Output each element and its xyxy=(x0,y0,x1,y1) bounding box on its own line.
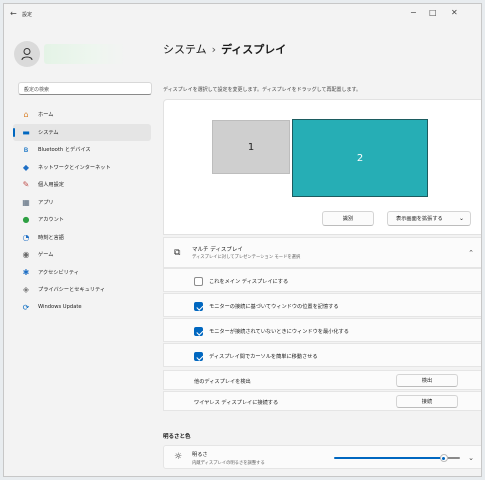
sidebar-item-label: Windows Update xyxy=(38,304,82,311)
option-label: モニターの接続に基づいてウィンドウの位置を記憶する xyxy=(209,304,339,310)
checkbox[interactable] xyxy=(194,327,203,336)
sidebar-item[interactable]: ▦ アプリ xyxy=(13,194,151,212)
option-label: ディスプレイ間でカーソルを簡単に移動させる xyxy=(209,354,318,360)
gaming-icon: ◉ xyxy=(22,250,30,260)
brightness-subtitle: 内蔵ディスプレイの明るさを調整する xyxy=(192,461,265,466)
sidebar-item-label: 時刻と言語 xyxy=(38,234,64,241)
detect-displays-row: 他のディスプレイを検出 検出 xyxy=(163,370,481,390)
multi-display-subtitle: ディスプレイに対してプレゼンテーション モードを選択 xyxy=(192,255,301,260)
windows-update-icon: ⟳ xyxy=(22,302,30,312)
system-icon: ▬ xyxy=(22,127,30,137)
title-bar: ← 設定 − □ ✕ xyxy=(4,4,481,26)
checkbox[interactable] xyxy=(194,302,203,311)
checkbox[interactable] xyxy=(194,277,203,286)
multi-display-title: マルチ ディスプレイ xyxy=(192,247,243,253)
brightness-title: 明るさ xyxy=(192,452,208,458)
brightness-section-heading: 明るさと色 xyxy=(163,434,191,440)
sidebar-item[interactable]: ✎ 個人用設定 xyxy=(13,176,151,194)
wireless-display-row: ワイヤレス ディスプレイに接続する 接続 xyxy=(163,391,481,411)
multi-display-icon: ⧉ xyxy=(174,248,181,258)
settings-window: ← 設定 − □ ✕ 設定の検索 ⌕ ⌂ ホーム ▬ システム ʙ Bluetooth と… xyxy=(3,3,482,477)
search-input[interactable]: 設定の検索 ⌕ xyxy=(18,82,152,95)
multi-display-option: ディスプレイ間でカーソルを簡単に移動させる xyxy=(163,343,481,367)
option-label: これをメイン ディスプレイにする xyxy=(209,279,289,285)
monitor-2[interactable]: 2 xyxy=(292,119,428,197)
accounts-icon: ● xyxy=(22,215,30,225)
user-icon xyxy=(21,48,33,61)
breadcrumb-current: ディスプレイ xyxy=(221,43,287,56)
chevron-down-icon[interactable]: ⌄ xyxy=(468,454,474,462)
sidebar-item[interactable]: ⌂ ホーム xyxy=(13,106,151,124)
bluetooth-icon: ʙ xyxy=(23,145,29,155)
chevron-down-icon: ⌄ xyxy=(458,215,464,222)
sidebar-item-label: アプリ xyxy=(38,199,54,206)
multi-display-option: モニターの接続に基づいてウィンドウの位置を記憶する xyxy=(163,293,481,317)
monitor-1[interactable]: 1 xyxy=(212,120,290,174)
display-arrangement-panel: 1 2 識別 表示画面を拡張する ⌄ xyxy=(163,99,481,235)
sidebar-item[interactable]: ▬ システム xyxy=(13,123,151,141)
identify-button[interactable]: 識別 xyxy=(322,211,374,226)
detect-displays-label: 他のディスプレイを検出 xyxy=(194,379,251,385)
sidebar-item-label: アカウント xyxy=(38,217,64,224)
sidebar-item[interactable]: ◔ 時刻と言語 xyxy=(13,229,151,247)
main-content: システム › ディスプレイ ディスプレイを選択して設定を変更します。ディスプレイをド… xyxy=(160,26,481,476)
apps-icon: ▦ xyxy=(22,197,30,207)
sidebar-item-label: ネットワークとインターネット xyxy=(38,164,111,171)
privacy-shield-icon: ◈ xyxy=(22,285,30,295)
breadcrumb-separator: › xyxy=(211,43,217,56)
slider-fill xyxy=(334,457,444,459)
extend-display-dropdown[interactable]: 表示画面を拡張する ⌄ xyxy=(387,211,471,226)
option-label: モニターが接続されていないときにウィンドウを最小化する xyxy=(209,329,349,335)
search-icon: ⌕ xyxy=(24,85,28,92)
home-icon: ⌂ xyxy=(23,110,29,120)
multi-display-header[interactable]: ⧉ マルチ ディスプレイ ディスプレイに対してプレゼンテーション モードを選択 … xyxy=(163,237,481,268)
sidebar-item[interactable]: ◉ ゲーム xyxy=(13,246,151,264)
sidebar-item-label: Bluetooth とデバイス xyxy=(38,147,91,154)
maximize-icon[interactable]: □ xyxy=(429,8,437,17)
minimize-icon[interactable]: − xyxy=(410,8,417,17)
sidebar: 設定の検索 ⌕ ⌂ ホーム ▬ システム ʙ Bluetooth とデバイス ◆ ネットワーク… xyxy=(4,26,156,476)
time-language-icon: ◔ xyxy=(22,232,30,242)
back-arrow-icon[interactable]: ← xyxy=(10,9,17,18)
user-name-redacted xyxy=(44,44,126,64)
extend-display-label: 表示画面を拡張する xyxy=(396,216,443,222)
sidebar-item-label: システム xyxy=(38,129,59,136)
personalization-icon: ✎ xyxy=(22,180,30,190)
checkbox[interactable] xyxy=(194,352,203,361)
accessibility-icon: ✱ xyxy=(22,267,30,277)
sidebar-item[interactable]: ◈ プライバシーとセキュリティ xyxy=(13,281,151,299)
network-icon: ◆ xyxy=(22,162,30,172)
avatar[interactable] xyxy=(14,41,40,67)
connect-button[interactable]: 接続 xyxy=(396,395,458,408)
multi-display-option: モニターが接続されていないときにウィンドウを最小化する xyxy=(163,318,481,342)
chevron-up-icon: ⌃ xyxy=(468,249,474,257)
sidebar-item[interactable]: ⟳ Windows Update xyxy=(13,299,151,317)
close-icon[interactable]: ✕ xyxy=(451,8,458,17)
sidebar-item-label: ゲーム xyxy=(38,252,54,259)
wireless-display-label: ワイヤレス ディスプレイに接続する xyxy=(194,400,279,406)
sun-icon: ☼ xyxy=(174,452,183,462)
sidebar-item-label: アクセシビリティ xyxy=(38,269,79,276)
detect-button[interactable]: 検出 xyxy=(396,374,458,387)
page-title: システム › ディスプレイ xyxy=(163,41,286,57)
sidebar-item-label: プライバシーとセキュリティ xyxy=(38,287,106,294)
sidebar-item-label: ホーム xyxy=(38,112,54,119)
sidebar-item[interactable]: ● アカウント xyxy=(13,211,151,229)
arrangement-hint: ディスプレイを選択して設定を変更します。ディスプレイをドラッグして再配置します。 xyxy=(163,87,362,93)
sidebar-item[interactable]: ✱ アクセシビリティ xyxy=(13,264,151,282)
sidebar-item[interactable]: ◆ ネットワークとインターネット xyxy=(13,159,151,177)
breadcrumb-parent[interactable]: システム xyxy=(163,43,207,56)
sidebar-item-label: 個人用設定 xyxy=(38,182,64,189)
sidebar-item[interactable]: ʙ Bluetooth とデバイス xyxy=(13,141,151,159)
slider-thumb[interactable] xyxy=(439,454,448,462)
sidebar-nav: ⌂ ホーム ▬ システム ʙ Bluetooth とデバイス ◆ ネットワークとインターネット… xyxy=(13,106,151,316)
brightness-row: ☼ 明るさ 内蔵ディスプレイの明るさを調整する ⌄ xyxy=(163,445,481,469)
app-title: 設定 xyxy=(22,12,33,18)
multi-display-option: これをメイン ディスプレイにする xyxy=(163,268,481,292)
